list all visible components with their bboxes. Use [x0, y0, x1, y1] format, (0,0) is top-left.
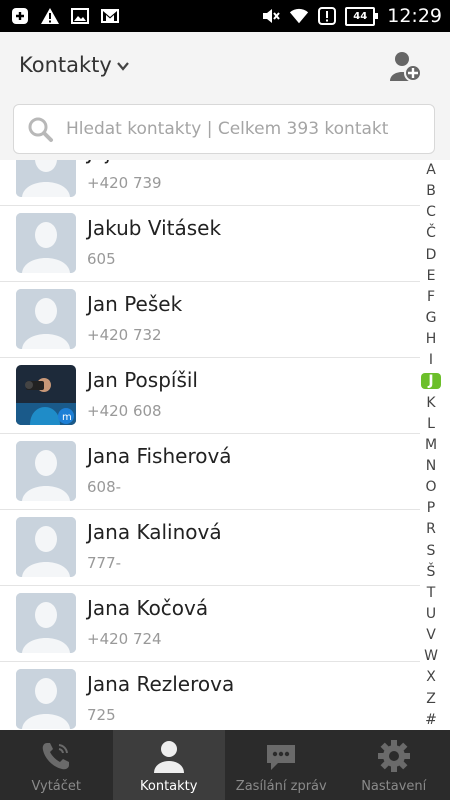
contact-name: Jana Fisherová — [87, 444, 232, 468]
avatar — [16, 160, 76, 197]
contact-phone: +420 732 — [87, 326, 162, 344]
wifi-icon — [289, 6, 309, 26]
index-letter[interactable]: W — [421, 648, 441, 664]
battery-level: 44 — [353, 10, 368, 22]
tab-label: Nastavení — [361, 779, 427, 794]
bottom-nav: Vytáčet Kontakty Zasílání zpráv Nastaven… — [0, 730, 450, 800]
contact-phone: 725 — [87, 706, 116, 724]
tab-label: Vytáčet — [31, 779, 82, 794]
index-letter[interactable]: O — [421, 479, 441, 495]
search-box — [13, 104, 435, 154]
tab-label: Zasílání zpráv — [235, 779, 327, 794]
gmail-icon — [100, 6, 120, 26]
list-item[interactable]: Jakub Vitásek 605 — [0, 206, 420, 282]
clock: 12:29 — [387, 5, 442, 27]
contact-phone: +420 724 — [87, 630, 162, 648]
search-input[interactable] — [64, 118, 428, 140]
avatar — [16, 289, 76, 349]
add-contact-icon[interactable] — [388, 49, 422, 83]
contact-phone: 608- — [87, 478, 122, 496]
chevron-down-icon — [116, 62, 129, 71]
index-letter[interactable]: P — [421, 500, 441, 516]
index-letter[interactable]: I — [421, 352, 441, 368]
contact-phone: +420 608 — [87, 402, 162, 420]
list-item[interactable]: Jaja Bambuchová +420 739 — [0, 160, 420, 206]
tab-dialer[interactable]: Vytáčet — [0, 730, 113, 800]
list-item[interactable]: Jana Fisherová 608- — [0, 434, 420, 510]
contact-name: Jana Kočová — [87, 596, 209, 620]
tab-settings[interactable]: Nastavení — [338, 730, 450, 800]
app-header: Kontakty — [0, 32, 450, 98]
warning-icon — [40, 6, 60, 26]
index-letter[interactable]: Z — [421, 691, 441, 707]
search-icon — [28, 117, 53, 142]
avatar: m — [16, 365, 76, 425]
alphabet-index[interactable]: A B C Č D E F G H I J K L M N O P R S Š T U V W X Z # — [418, 162, 444, 728]
avatar — [16, 441, 76, 501]
contact-name: Jakub Vitásek — [87, 216, 222, 240]
notification-plus-icon — [10, 6, 30, 26]
index-letter[interactable]: T — [421, 585, 441, 601]
message-icon — [267, 745, 296, 770]
phone-icon — [42, 743, 70, 770]
contact-phone: 605 — [87, 250, 116, 268]
list-item[interactable]: m Jan Pospíšil +420 608 — [0, 358, 420, 434]
index-letter[interactable]: A — [421, 162, 441, 178]
mute-icon — [261, 6, 281, 26]
index-letter[interactable]: C — [421, 204, 441, 220]
index-letter[interactable]: Č — [421, 225, 441, 241]
contact-name: Jan Pešek — [87, 292, 183, 316]
index-letter[interactable]: B — [421, 183, 441, 199]
tab-contacts[interactable]: Kontakty — [112, 730, 225, 800]
list-item[interactable]: Jana Rezlerova 725 — [0, 662, 420, 730]
index-letter[interactable]: U — [421, 606, 441, 622]
index-letter[interactable]: R — [421, 521, 441, 537]
contact-name: Jan Pospíšil — [87, 368, 198, 392]
image-icon — [70, 6, 90, 26]
contact-name: Jaja Bambuchová — [87, 160, 260, 164]
index-letter[interactable]: V — [421, 627, 441, 643]
index-letter[interactable]: F — [421, 289, 441, 305]
index-letter[interactable]: X — [421, 669, 441, 685]
index-letter[interactable]: H — [421, 331, 441, 347]
index-letter[interactable]: M — [421, 437, 441, 453]
index-letter[interactable]: # — [421, 712, 441, 728]
index-letter[interactable]: D — [421, 247, 441, 263]
list-item[interactable]: Jana Kočová +420 724 — [0, 586, 420, 662]
avatar — [16, 517, 76, 577]
index-letter[interactable]: K — [421, 395, 441, 411]
avatar — [16, 213, 76, 273]
index-letter[interactable]: G — [421, 310, 441, 326]
contact-name: Jana Kalinová — [87, 520, 222, 544]
index-letter[interactable]: L — [421, 416, 441, 432]
contact-phone: +420 739 — [87, 174, 162, 192]
avatar — [16, 593, 76, 653]
tab-label: Kontakty — [140, 779, 198, 794]
index-letter[interactable]: S — [421, 543, 441, 559]
alert-icon — [317, 6, 337, 26]
list-item[interactable]: Jana Kalinová 777- — [0, 510, 420, 586]
contact-phone: 777- — [87, 554, 122, 572]
contacts-dropdown[interactable]: Kontakty — [19, 53, 130, 77]
index-letter[interactable]: N — [421, 458, 441, 474]
battery-icon: 44 — [345, 6, 379, 26]
page-title: Kontakty — [19, 53, 112, 77]
index-letter[interactable]: E — [421, 268, 441, 284]
person-icon — [153, 741, 184, 773]
contact-list[interactable]: Jaja Bambuchová+420 739Jakub Vitásek605J… — [0, 160, 450, 730]
contact-name: Jana Rezlerova — [87, 672, 235, 696]
svg-text:m: m — [62, 412, 72, 423]
index-letter[interactable]: J — [421, 373, 441, 390]
avatar — [16, 669, 76, 729]
index-letter[interactable]: Š — [421, 564, 441, 580]
list-item[interactable]: Jan Pešek +420 732 — [0, 282, 420, 358]
gear-icon — [377, 740, 410, 772]
status-bar: 44 12:29 — [0, 0, 450, 32]
tab-messages[interactable]: Zasílání zpráv — [225, 730, 338, 800]
